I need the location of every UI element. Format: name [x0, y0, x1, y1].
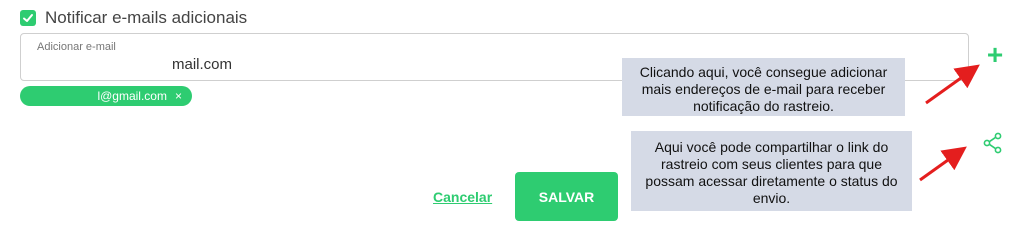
arrow-to-add-button: [925, 64, 980, 105]
cancel-button[interactable]: Cancelar: [433, 189, 492, 205]
annotation-arrows: [919, 64, 980, 182]
save-button[interactable]: SALVAR: [515, 172, 618, 221]
arrow-to-share-button: [919, 146, 967, 182]
